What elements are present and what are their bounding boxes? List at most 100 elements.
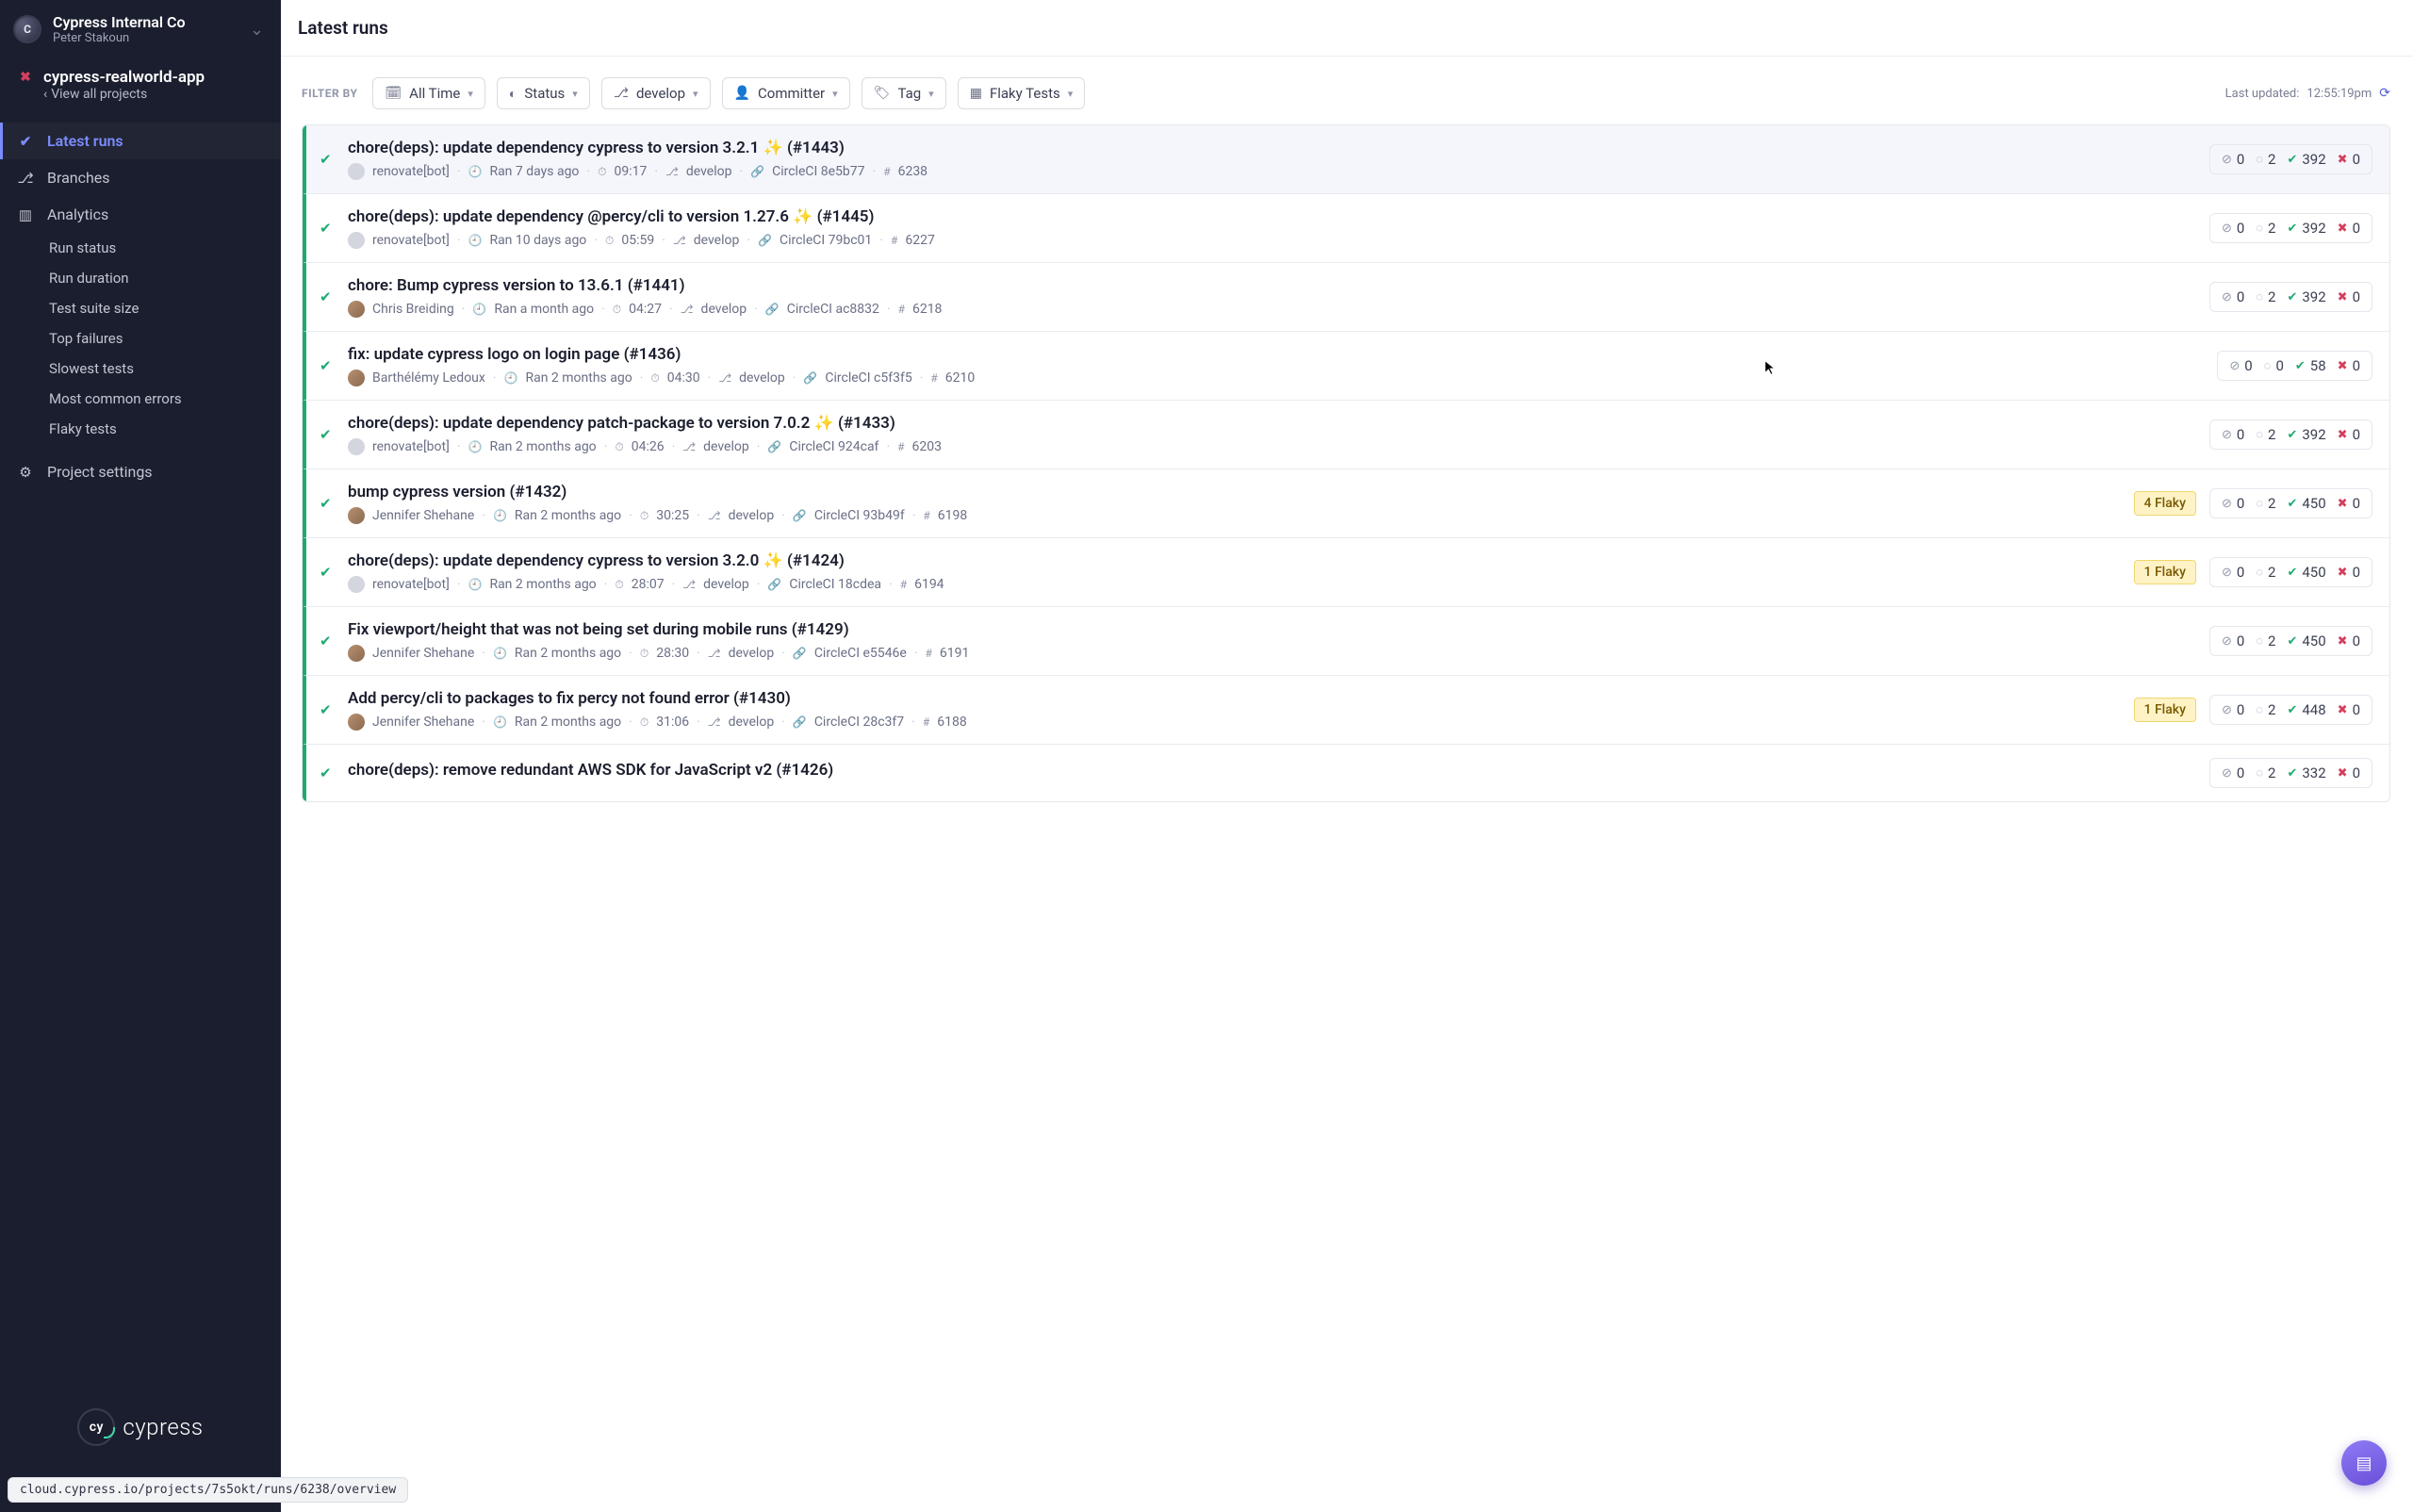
nav-top-failures[interactable]: Top failures [49, 323, 281, 353]
stat-failed: ✖0 [2338, 151, 2360, 168]
nav-project-settings[interactable]: ⚙ Project settings [0, 453, 281, 490]
nav-slowest-tests[interactable]: Slowest tests [49, 353, 281, 384]
run-row[interactable]: ✔ Add percy/cli to packages to fix percy … [303, 676, 2389, 745]
author-avatar-icon [348, 438, 365, 455]
nav-flaky-tests[interactable]: Flaky tests [49, 414, 281, 444]
project-switcher[interactable]: ✖ cypress-realworld-app [17, 68, 264, 87]
separator-dot: · [757, 577, 761, 592]
run-row-main: Add percy/cli to packages to fix percy n… [348, 689, 2121, 731]
nav-label: Branches [47, 169, 110, 187]
org-switcher[interactable]: C Cypress Internal Co Peter Stakoun ⌄ [0, 0, 281, 58]
nav-analytics-sub: Run status Run duration Test suite size … [0, 233, 281, 444]
stopwatch-icon: ⏱ [615, 578, 623, 592]
pending-icon: ◌ [2256, 289, 2263, 304]
branch-icon: ⎇ [708, 647, 721, 660]
run-row[interactable]: ✔fix: update cypress logo on login page … [303, 332, 2389, 401]
separator-dot: · [629, 508, 632, 523]
content-scroll[interactable]: FILTER BY 🗓 All Time ▾ ◐ Status ▾ ⎇ deve… [281, 57, 2413, 1512]
stat-passed-count: 448 [2302, 701, 2325, 718]
run-row[interactable]: ✔ chore(deps): remove redundant AWS SDK f… [303, 745, 2389, 801]
stat-pending-count: 2 [2268, 426, 2275, 443]
run-row[interactable]: ✔chore(deps): update dependency @percy/c… [303, 194, 2389, 263]
nav-most-common-errors[interactable]: Most common errors [49, 384, 281, 414]
runs-list: ✔chore(deps): update dependency cypress … [302, 124, 2390, 802]
filter-status[interactable]: ◐ Status ▾ [497, 77, 590, 109]
branch-icon: ⎇ [17, 170, 34, 187]
filter-branch[interactable]: ⎇ develop ▾ [601, 77, 711, 109]
run-row[interactable]: ✔chore(deps): update dependency cypress … [303, 125, 2389, 194]
run-stats: ⊘0◌2✔332✖0 [2209, 758, 2372, 788]
nav-label: Latest runs [47, 132, 123, 150]
chevron-down-icon: ▾ [1068, 88, 1074, 100]
run-ci: CircleCI 924caf [789, 439, 878, 454]
stat-skipped: ⊘0 [2222, 764, 2244, 781]
run-age: Ran 7 days ago [489, 164, 579, 179]
stopwatch-icon: ⏱ [605, 234, 614, 248]
run-author: renovate[bot] [372, 577, 450, 592]
run-meta: Jennifer Shehane·🕘Ran 2 months ago·⏱31:0… [348, 714, 2121, 731]
nav-branches[interactable]: ⎇ Branches [0, 159, 281, 196]
filter-tag-label: Tag [897, 85, 921, 102]
filter-flaky[interactable]: ▦ Flaky Tests ▾ [958, 77, 1086, 109]
run-number: 6218 [912, 302, 942, 317]
success-check-icon: ✔ [320, 701, 335, 718]
stat-pending-count: 2 [2268, 633, 2275, 649]
author-avatar-icon [348, 645, 365, 662]
stat-pending: ◌2 [2256, 564, 2275, 581]
separator-dot: · [887, 302, 891, 317]
stat-box: ⊘0◌2✔450✖0 [2209, 488, 2372, 518]
author-avatar-icon [348, 576, 365, 593]
skipped-icon: ⊘ [2222, 634, 2232, 649]
help-fab[interactable]: ▤ [2341, 1440, 2387, 1486]
stat-failed: ✖0 [2338, 564, 2360, 581]
run-row[interactable]: ✔chore: Bump cypress version to 13.6.1 (… [303, 263, 2389, 332]
stat-passed-count: 392 [2302, 151, 2325, 168]
separator-dot: · [708, 370, 712, 386]
run-title: chore(deps): remove redundant AWS SDK fo… [348, 761, 2196, 780]
run-row[interactable]: ✔Fix viewport/height that was not being … [303, 607, 2389, 676]
nav-analytics[interactable]: ▥ Analytics [0, 196, 281, 233]
separator-dot: · [672, 439, 676, 454]
separator-dot: · [672, 577, 676, 592]
view-all-projects-link[interactable]: ‹ View all projects [43, 87, 264, 102]
stat-failed-count: 0 [2353, 495, 2360, 512]
separator-dot: · [594, 233, 598, 248]
separator-dot: · [886, 439, 890, 454]
passed-icon: ✔ [2287, 428, 2297, 442]
run-row[interactable]: ✔chore(deps): update dependency patch-pa… [303, 401, 2389, 469]
stat-skipped-count: 0 [2237, 633, 2244, 649]
stat-passed: ✔450 [2287, 495, 2325, 512]
separator-dot: · [911, 715, 915, 730]
separator-dot: · [640, 370, 644, 386]
run-author: renovate[bot] [372, 439, 450, 454]
stat-pending-count: 2 [2268, 495, 2275, 512]
run-row[interactable]: ✔bump cypress version (#1432)Jennifer Sh… [303, 469, 2389, 538]
nav-run-status[interactable]: Run status [49, 233, 281, 263]
filter-time[interactable]: 🗓 All Time ▾ [372, 77, 485, 109]
nav-latest-runs[interactable]: ✔ Latest runs [0, 123, 281, 159]
run-row[interactable]: ✔chore(deps): update dependency cypress … [303, 538, 2389, 607]
stat-skipped-count: 0 [2237, 288, 2244, 305]
page-title: Latest runs [281, 0, 2413, 57]
refresh-icon[interactable]: ⟳ [2379, 86, 2390, 101]
last-updated: Last updated: 12:55:19pm ⟳ [2225, 86, 2390, 101]
skipped-icon: ⊘ [2222, 428, 2232, 442]
success-check-icon: ✔ [320, 764, 335, 781]
filter-committer[interactable]: 👤 Committer ▾ [722, 77, 850, 109]
skipped-icon: ⊘ [2222, 153, 2232, 167]
run-number: 6191 [940, 646, 969, 661]
status-icon: ◐ [509, 86, 517, 102]
failed-icon: ✖ [2338, 222, 2348, 236]
clock-icon: 🕘 [493, 509, 507, 522]
status-bar-url: cloud.cypress.io/projects/7s5okt/runs/62… [8, 1477, 408, 1503]
nav-run-duration[interactable]: Run duration [49, 263, 281, 293]
run-title: bump cypress version (#1432) [348, 483, 2121, 501]
nav-test-suite-size[interactable]: Test suite size [49, 293, 281, 323]
clock-icon: 🕘 [468, 440, 482, 453]
filter-tag[interactable]: 🏷 Tag ▾ [862, 77, 946, 109]
skipped-icon: ⊘ [2222, 703, 2232, 717]
pending-icon: ◌ [2256, 152, 2263, 167]
stat-skipped-count: 0 [2237, 495, 2244, 512]
run-ci: CircleCI 79bc01 [780, 233, 872, 248]
failed-icon: ✖ [2338, 566, 2348, 580]
